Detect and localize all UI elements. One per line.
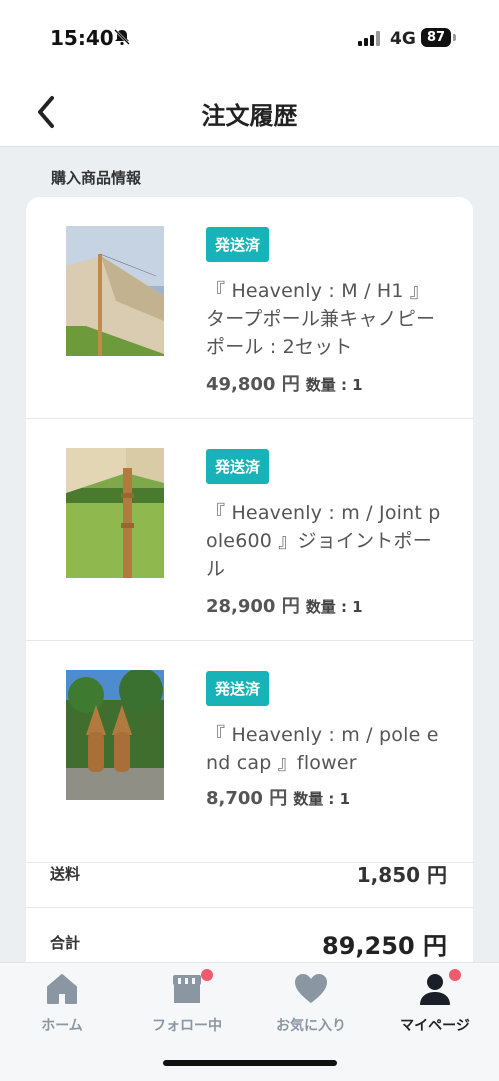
product-image[interactable]	[66, 226, 164, 356]
tab-label: フォロー中	[152, 1018, 222, 1034]
signal-icon	[358, 30, 382, 46]
network-label: 4G	[390, 29, 416, 49]
page-title: 注文履歴	[201, 102, 298, 130]
tab-label: マイページ	[400, 1018, 470, 1034]
tab-favorites[interactable]: お気に入り	[256, 969, 366, 1049]
section-label: 購入商品情報	[51, 169, 142, 187]
product-quantity: 数量 : 1	[305, 376, 363, 394]
price-line: 49,800 円数量 : 1	[206, 370, 363, 396]
battery-icon: 87	[421, 28, 451, 47]
order-item[interactable]: 発送済 『 Heavenly : m / pole end cap 』flowe…	[26, 641, 473, 863]
product-price: 8,700 円	[206, 788, 288, 809]
order-item[interactable]: 発送済 『 Heavenly : m / Joint pole600 』ジョイン…	[26, 419, 473, 641]
status-bar: 15:40 4G 87	[0, 0, 499, 80]
bell-muted-icon	[114, 29, 130, 46]
shipped-badge: 発送済	[206, 227, 270, 262]
tab-mypage[interactable]: マイページ	[380, 969, 490, 1049]
product-name[interactable]: 『 Heavenly : M / H1 』タープポール兼キャノピーポール : 2…	[206, 277, 446, 361]
shipped-badge: 発送済	[206, 671, 270, 706]
tab-home[interactable]: ホーム	[7, 969, 117, 1049]
notification-dot	[449, 969, 461, 981]
home-indicator	[163, 1060, 337, 1066]
product-image[interactable]	[66, 670, 164, 800]
total-label: 合計	[50, 934, 81, 952]
product-price: 49,800 円	[206, 374, 300, 395]
store-icon-wrap	[167, 969, 213, 1009]
order-item[interactable]: 発送済 『 Heavenly : M / H1 』タープポール兼キャノピーポール…	[26, 197, 473, 419]
price-line: 28,900 円数量 : 1	[206, 592, 363, 618]
price-line: 8,700 円数量 : 1	[206, 784, 350, 810]
product-name[interactable]: 『 Heavenly : m / Joint pole600 』ジョイントポール	[206, 499, 446, 583]
navigation-bar: 注文履歴	[0, 80, 499, 147]
heart-icon	[295, 974, 327, 1003]
status-time: 15:40	[50, 26, 114, 50]
shipping-value: 1,850 円	[356, 863, 447, 887]
shipping-row: 送料 1,850 円	[26, 839, 473, 908]
battery-tip	[453, 34, 456, 41]
product-name[interactable]: 『 Heavenly : m / pole end cap 』flower	[206, 721, 446, 777]
order-card: 発送済 『 Heavenly : M / H1 』タープポール兼キャノピーポール…	[26, 197, 473, 987]
person-icon-wrap	[415, 969, 461, 1009]
tab-label: ホーム	[41, 1018, 83, 1034]
tab-following[interactable]: フォロー中	[132, 969, 242, 1049]
tab-label: お気に入り	[276, 1018, 346, 1034]
shipping-label: 送料	[50, 865, 81, 883]
product-price: 28,900 円	[206, 596, 300, 617]
product-quantity: 数量 : 1	[305, 598, 363, 616]
product-quantity: 数量 : 1	[293, 790, 351, 808]
notification-dot	[201, 969, 213, 981]
product-image[interactable]	[66, 448, 164, 578]
shipped-badge: 発送済	[206, 449, 270, 484]
total-value: 89,250 円	[322, 932, 447, 960]
home-icon	[47, 974, 77, 1004]
